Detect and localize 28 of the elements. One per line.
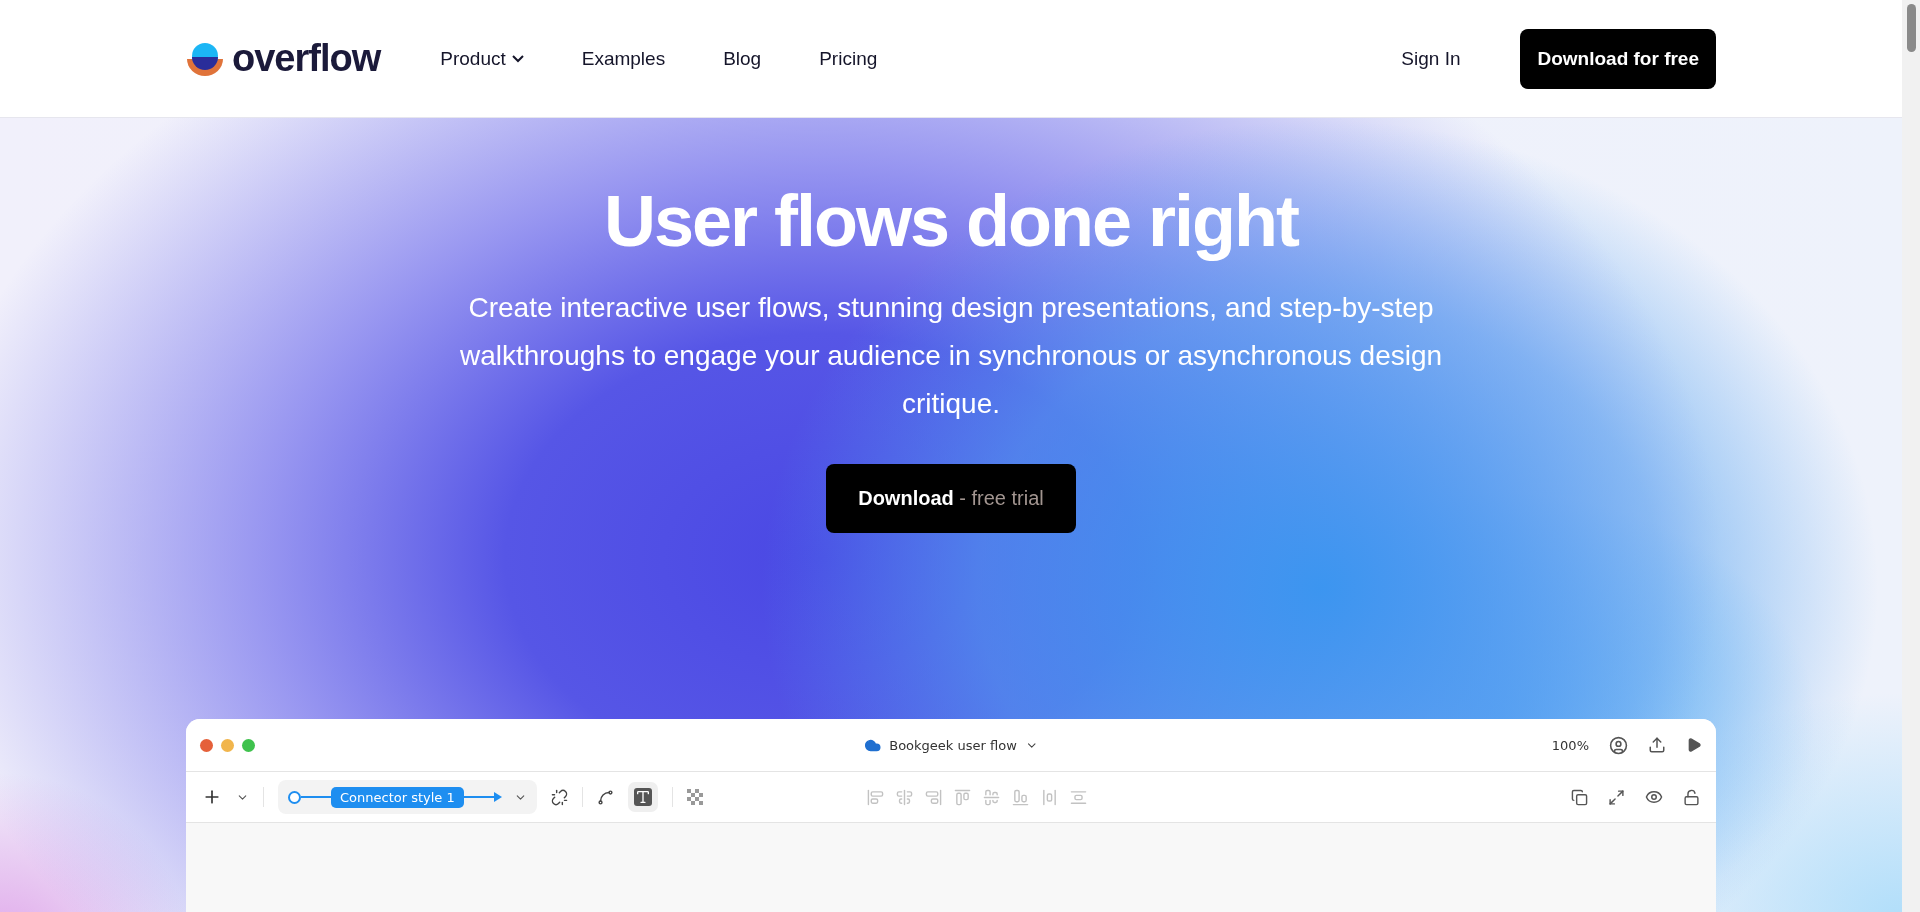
document-title[interactable]: Bookgeek user flow — [889, 737, 1017, 753]
nav-link[interactable]: Examples — [581, 47, 666, 70]
layers-icon[interactable] — [1571, 788, 1588, 806]
download-button[interactable]: Download for free — [1520, 28, 1716, 89]
unlock-icon[interactable] — [1683, 788, 1700, 806]
user-icon[interactable] — [1609, 735, 1628, 755]
nav-link[interactable]: Product — [440, 47, 524, 70]
hero-subtitle: Create interactive user flows, stunning design presentations, and step-by-step walkthroughs to engage your audience in synchronous or asynchronous design critique. — [458, 291, 1444, 421]
nav-link[interactable]: Blog — [723, 47, 762, 70]
text-tool-button[interactable] — [627, 782, 658, 812]
hero-title: User flows done right — [603, 180, 1299, 262]
sign-in-link[interactable]: Sign In — [1401, 47, 1461, 70]
share-icon[interactable] — [1648, 736, 1666, 754]
zoom-level[interactable]: 100% — [1551, 737, 1589, 753]
nav-link[interactable]: Pricing — [819, 47, 878, 70]
eye-icon[interactable] — [1645, 788, 1663, 806]
chevron-down-icon — [511, 54, 524, 63]
logo-text: overflow — [232, 37, 381, 80]
play-icon[interactable] — [1686, 737, 1702, 753]
curve-icon[interactable] — [596, 788, 614, 806]
checker-pattern-icon[interactable] — [686, 789, 703, 805]
logo-icon — [186, 41, 224, 76]
window-close-icon[interactable] — [200, 738, 213, 752]
download-trial-button[interactable]: Download - free trial — [826, 464, 1076, 533]
scrollbar[interactable] — [1902, 0, 1920, 912]
unlink-icon[interactable] — [550, 788, 568, 806]
text-icon — [633, 788, 652, 806]
resize-icon[interactable] — [1608, 788, 1625, 806]
